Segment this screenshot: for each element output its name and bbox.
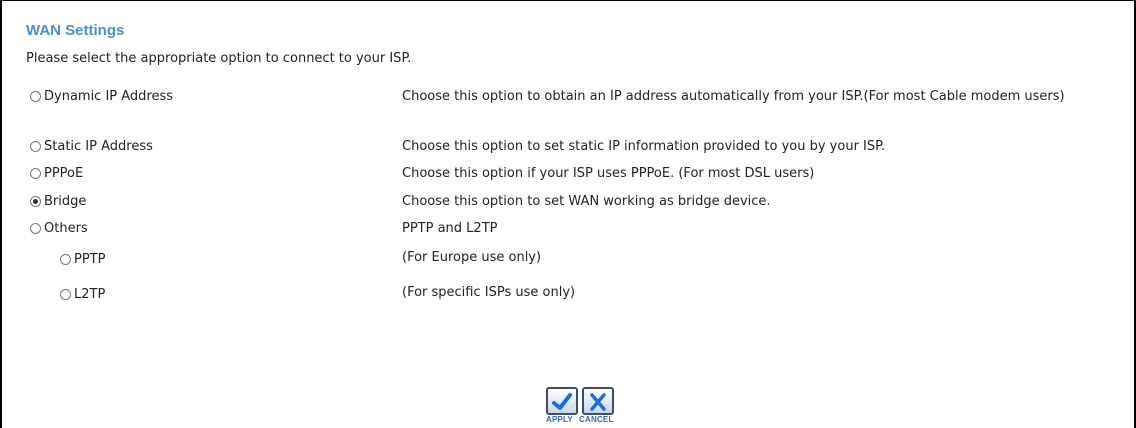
option-pptp[interactable]: PPTP xyxy=(60,252,105,267)
radio-pptp[interactable] xyxy=(60,254,71,265)
option-description: Choose this option to set WAN working as… xyxy=(402,194,771,209)
option-description: (For specific ISPs use only) xyxy=(402,285,576,300)
apply-label[interactable]: APPLY xyxy=(546,415,573,424)
option-label: Others xyxy=(44,221,88,236)
apply-button[interactable] xyxy=(546,387,578,415)
option-label: Static IP Address xyxy=(44,139,153,154)
intro-text: Please select the appropriate option to … xyxy=(26,51,412,66)
radio-dynamic-ip[interactable] xyxy=(30,91,41,102)
option-bridge[interactable]: Bridge xyxy=(30,194,86,209)
option-label: L2TP xyxy=(74,287,106,302)
option-label: PPTP xyxy=(74,252,106,267)
option-static-ip[interactable]: Static IP Address xyxy=(30,139,153,154)
option-description: (For Europe use only) xyxy=(402,250,542,265)
option-description: Choose this option to obtain an IP addre… xyxy=(402,89,1065,104)
cancel-button[interactable] xyxy=(582,387,614,415)
radio-static-ip[interactable] xyxy=(30,141,41,152)
option-label: PPPoE xyxy=(44,166,84,181)
option-dynamic-ip[interactable]: Dynamic IP Address xyxy=(30,89,173,104)
option-label: Dynamic IP Address xyxy=(44,89,174,104)
radio-pppoe[interactable] xyxy=(30,168,41,179)
option-others[interactable]: Others xyxy=(30,221,88,236)
wan-settings-panel: WAN Settings Please select the appropria… xyxy=(0,0,1136,428)
check-icon xyxy=(552,393,572,410)
option-label: Bridge xyxy=(44,194,87,209)
x-icon xyxy=(590,393,606,411)
cancel-label[interactable]: CANCEL xyxy=(579,415,614,424)
option-l2tp[interactable]: L2TP xyxy=(60,287,105,302)
option-description: Choose this option if your ISP uses PPPo… xyxy=(402,166,815,181)
option-pppoe[interactable]: PPPoE xyxy=(30,166,83,181)
radio-bridge[interactable] xyxy=(30,196,41,207)
option-description: PPTP and L2TP xyxy=(402,221,498,236)
radio-others[interactable] xyxy=(30,223,41,234)
option-description: Choose this option to set static IP info… xyxy=(402,139,886,154)
page-title: WAN Settings xyxy=(26,22,125,39)
radio-l2tp[interactable] xyxy=(60,289,71,300)
